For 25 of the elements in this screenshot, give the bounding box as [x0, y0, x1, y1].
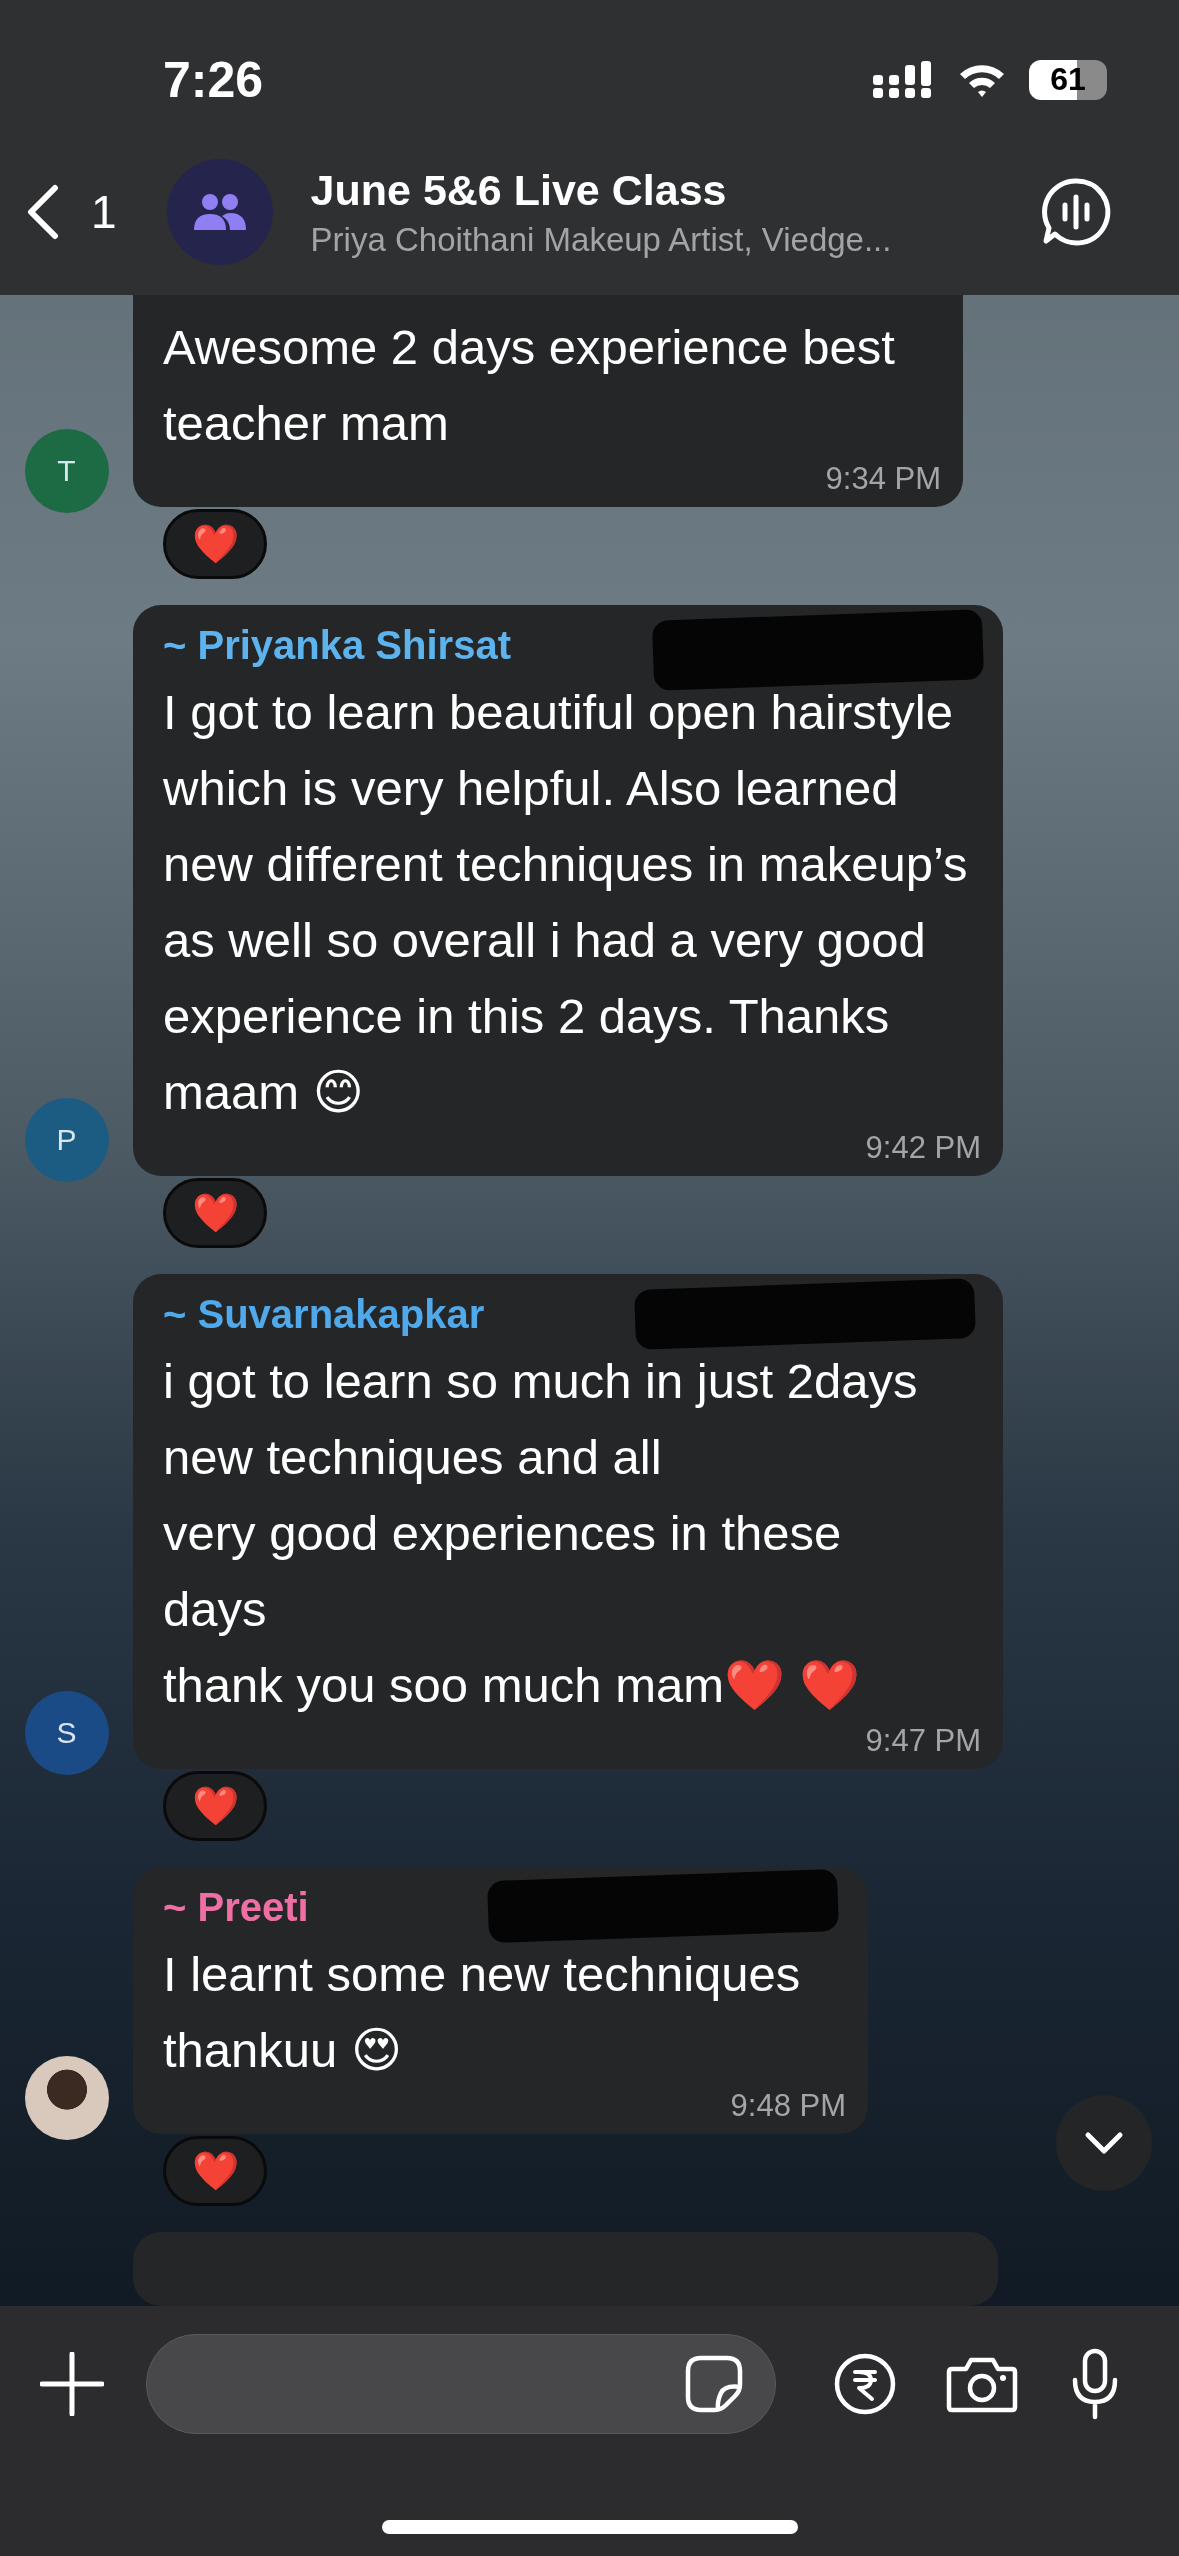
- sender-name[interactable]: ~ Priyanka Shirsat: [163, 623, 511, 668]
- chevron-left-icon[interactable]: [25, 184, 61, 240]
- back-button[interactable]: 1: [25, 184, 117, 240]
- microphone-icon[interactable]: [1070, 2348, 1120, 2420]
- plus-icon[interactable]: [40, 2352, 104, 2416]
- message-text: Awesome 2 days experience best teacher mam: [163, 319, 896, 452]
- camera-icon[interactable]: [946, 2355, 1018, 2413]
- message-time: 9:48 PM: [730, 2088, 846, 2124]
- sticker-icon[interactable]: [685, 2355, 743, 2413]
- message-text: i got to learn so much in just 2days new techniques and all very good experiences in these days thank you soo much mam❤ ❤: [163, 1353, 918, 1714]
- voice-chat-icon[interactable]: [1041, 177, 1111, 247]
- battery-indicator: 61: [1029, 59, 1107, 100]
- sender-name[interactable]: ~ Preeti: [163, 1885, 309, 1930]
- message-time: 9:47 PM: [865, 1723, 981, 1759]
- message-time: 9:42 PM: [865, 1130, 981, 1166]
- chevron-down-icon: [1084, 2131, 1124, 2155]
- sender-name[interactable]: ~ Suvarnakapkar: [163, 1292, 485, 1337]
- rupee-payment-icon[interactable]: [834, 2353, 896, 2415]
- status-time: 7:26: [163, 50, 264, 109]
- chat-title[interactable]: June 5&6 Live Class: [310, 165, 1041, 215]
- people-icon: [191, 192, 248, 232]
- message-text: I learnt some new techniques thankuu 😍: [163, 1946, 802, 2079]
- message-time: 9:34 PM: [825, 461, 941, 497]
- message-text: I got to learn beautiful open hairstyle which is very helpful. Also learned new different techniques in makeup’s as well so overall i had a very good experience in this 2 days. Thanks maam 😊: [163, 684, 969, 1121]
- chat-members[interactable]: Priya Choithani Makeup Artist, Viedge...: [310, 220, 1041, 259]
